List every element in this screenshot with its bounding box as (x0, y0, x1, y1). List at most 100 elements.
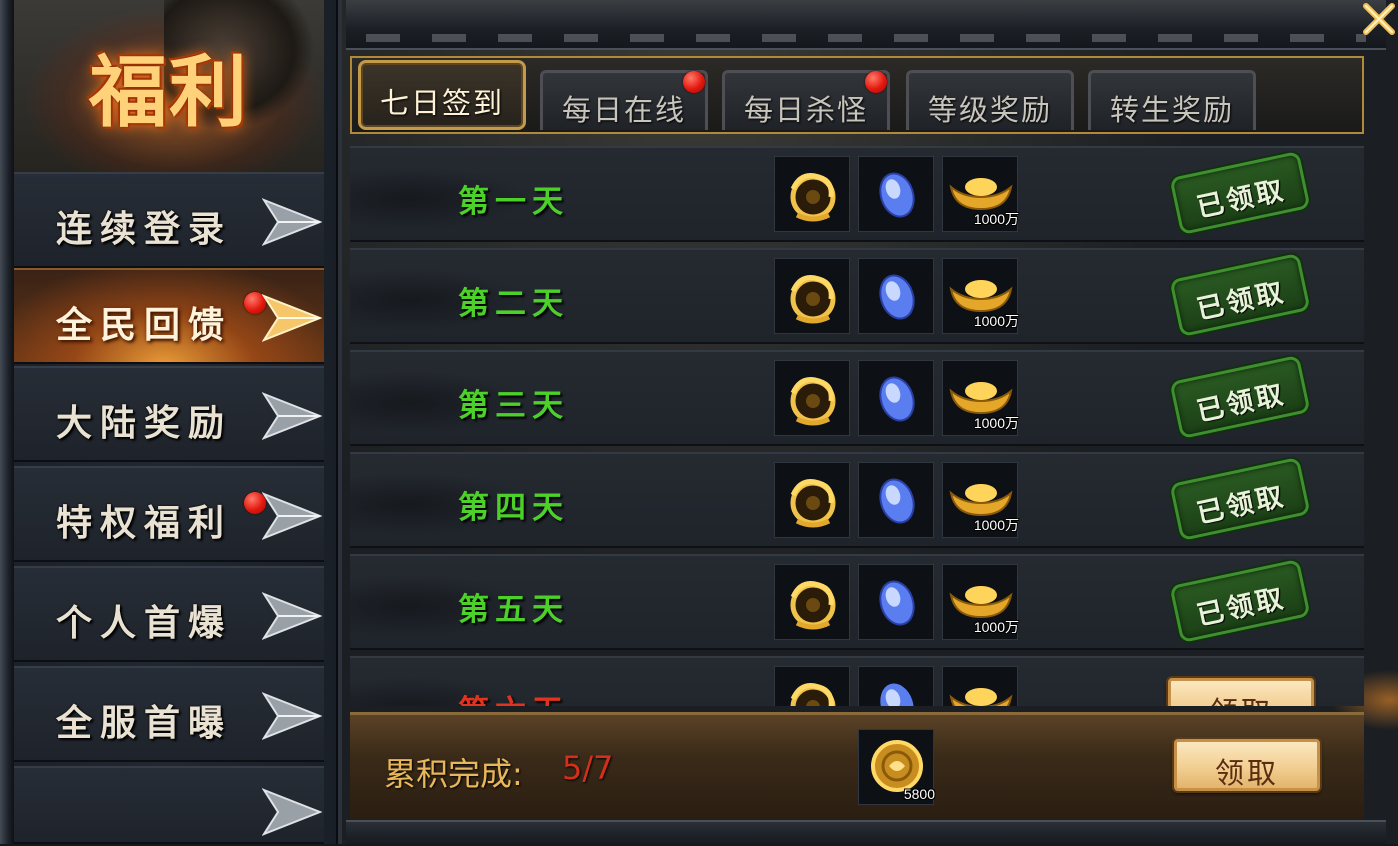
welfare-logo: 福利 (14, 0, 324, 172)
claimed-stamp: 已领取 (1169, 558, 1311, 644)
reward-slot[interactable] (858, 666, 934, 706)
tab-label: 每日在线 (561, 93, 686, 127)
claim-day-button[interactable]: 领取 (1168, 678, 1314, 706)
reward-slot[interactable] (774, 462, 850, 538)
claim-button-label: 领取 (1171, 689, 1311, 706)
sidebar-item-label: 连续登录 (56, 208, 233, 250)
cumulative-label: 累积完成: (384, 755, 523, 793)
panel-bottom-frame (346, 820, 1386, 846)
reward-slot[interactable] (774, 156, 850, 232)
notification-dot-icon (683, 71, 705, 93)
tab-label: 等级奖励 (927, 93, 1052, 127)
claimed-stamp-label: 已领取 (1194, 276, 1289, 326)
gold-dragon-medal-icon (790, 275, 836, 324)
reward-slot[interactable] (858, 258, 934, 334)
gold-dragon-medal-icon (790, 479, 836, 528)
arrow-right-icon (262, 692, 322, 740)
close-icon[interactable] (1360, 0, 1398, 38)
blue-gem-icon (879, 376, 915, 422)
item-quantity: 1000万 (973, 313, 1019, 329)
reward-slot[interactable] (774, 258, 850, 334)
claimed-stamp-label: 已领取 (1194, 480, 1289, 530)
blue-gem-icon (879, 172, 915, 218)
list-item: 第四天 1000万 已领取 (350, 452, 1364, 548)
panel-top-frame (346, 0, 1386, 50)
sidebar-item-personal-first-drop[interactable]: 个人首爆 (14, 566, 324, 662)
tab-bar: 七日签到 每日在线 每日杀怪 等级奖励 转生奖励 (350, 56, 1364, 134)
gold-dragon-medal-icon (790, 173, 836, 222)
list-item: 第五天 1000万 已领取 (350, 554, 1364, 650)
sidebar-rail (0, 0, 14, 844)
claim-cumulative-button[interactable]: 领取 (1174, 739, 1320, 791)
frame-rivets (366, 34, 1366, 42)
sidebar-item-consecutive-login[interactable]: 连续登录 (14, 172, 324, 268)
tab-seven-day-checkin[interactable]: 七日签到 (358, 60, 526, 130)
claimed-stamp: 已领取 (1169, 354, 1311, 440)
sidebar-item-label: 大陆奖励 (56, 402, 233, 444)
reward-slot[interactable]: 1000万 (942, 156, 1019, 232)
reward-slot[interactable]: 1000万 (942, 360, 1019, 436)
reward-slot[interactable]: 1000万 (942, 462, 1019, 538)
reward-slot[interactable]: 1000万 (942, 564, 1019, 640)
sidebar-item-label: 个人首爆 (56, 602, 233, 644)
reward-slot[interactable] (774, 360, 850, 436)
sidebar-item-more[interactable] (14, 766, 324, 844)
reward-slot[interactable] (942, 666, 1018, 706)
gold-dragon-medal-icon (790, 581, 836, 630)
arrow-right-icon (262, 294, 322, 342)
tab-daily-kill[interactable]: 每日杀怪 (722, 70, 890, 130)
claim-button-label: 领取 (1214, 756, 1279, 790)
sidebar-item-privilege-welfare[interactable]: 特权福利 (14, 466, 324, 562)
blue-gem-icon (879, 274, 915, 320)
claimed-stamp-label: 已领取 (1194, 582, 1289, 632)
sidebar-item-label: 特权福利 (56, 502, 233, 544)
cumulative-bar: 累积完成: 5/7 5800 领取 (350, 712, 1364, 820)
tab-rebirth-reward[interactable]: 转生奖励 (1088, 70, 1256, 130)
day-label: 第三天 (458, 388, 569, 424)
tab-level-reward[interactable]: 等级奖励 (906, 70, 1074, 130)
claimed-stamp-label: 已领取 (1194, 174, 1289, 224)
cumulative-reward-slot[interactable]: 5800 (858, 729, 935, 805)
tab-label: 转生奖励 (1109, 93, 1234, 127)
day-label: 第五天 (458, 592, 569, 628)
reward-slot[interactable] (774, 564, 850, 640)
list-item: 第六天 领取 (350, 656, 1364, 706)
item-quantity: 1000万 (973, 517, 1019, 533)
list-item: 第三天 1000万 已领取 (350, 350, 1364, 446)
claimed-stamp-label: 已领取 (1194, 378, 1289, 428)
sidebar-item-national-feedback[interactable]: 全民回馈 (14, 268, 324, 364)
claimed-stamp: 已领取 (1169, 252, 1311, 338)
logo-text: 福利 (88, 47, 249, 138)
gold-ingot-icon (949, 688, 1013, 706)
arrow-right-icon (262, 392, 322, 440)
tab-label: 七日签到 (379, 86, 504, 120)
blue-gem-icon (879, 580, 915, 626)
blue-gem-icon (880, 683, 914, 706)
item-quantity: 1000万 (973, 619, 1019, 635)
reward-slot[interactable]: 1000万 (942, 258, 1019, 334)
arrow-right-icon (262, 788, 322, 836)
tab-daily-online[interactable]: 每日在线 (540, 70, 708, 130)
day-label: 第六天 (458, 686, 569, 706)
reward-slot[interactable] (858, 156, 934, 232)
reward-slot[interactable] (858, 462, 934, 538)
reward-slot[interactable] (774, 666, 850, 706)
tab-label: 每日杀怪 (743, 93, 868, 127)
checkin-list: 第一天 1000万 已领取 第二天 1000万 已领取 第三天 1000万 已领… (350, 146, 1364, 706)
reward-slot[interactable] (858, 360, 934, 436)
list-item: 第一天 1000万 已领取 (350, 146, 1364, 242)
sidebar-item-label: 全服首曝 (56, 702, 233, 744)
item-quantity: 1000万 (973, 415, 1019, 431)
claimed-stamp: 已领取 (1169, 456, 1311, 542)
gold-dragon-medal-icon (790, 683, 836, 706)
day-label: 第二天 (458, 286, 569, 322)
day-label: 第四天 (458, 490, 569, 526)
item-quantity: 1000万 (973, 211, 1019, 227)
sidebar-item-server-first-drop[interactable]: 全服首曝 (14, 666, 324, 762)
sidebar-item-continent-reward[interactable]: 大陆奖励 (14, 366, 324, 462)
list-item: 第二天 1000万 已领取 (350, 248, 1364, 344)
reward-slot[interactable] (858, 564, 934, 640)
blue-gem-icon (879, 478, 915, 524)
sidebar: 福利 连续登录 全民回馈 大陆奖励 特权福利 个人首爆 全服首曝 (0, 0, 342, 844)
cumulative-progress: 5/7 (562, 749, 614, 787)
